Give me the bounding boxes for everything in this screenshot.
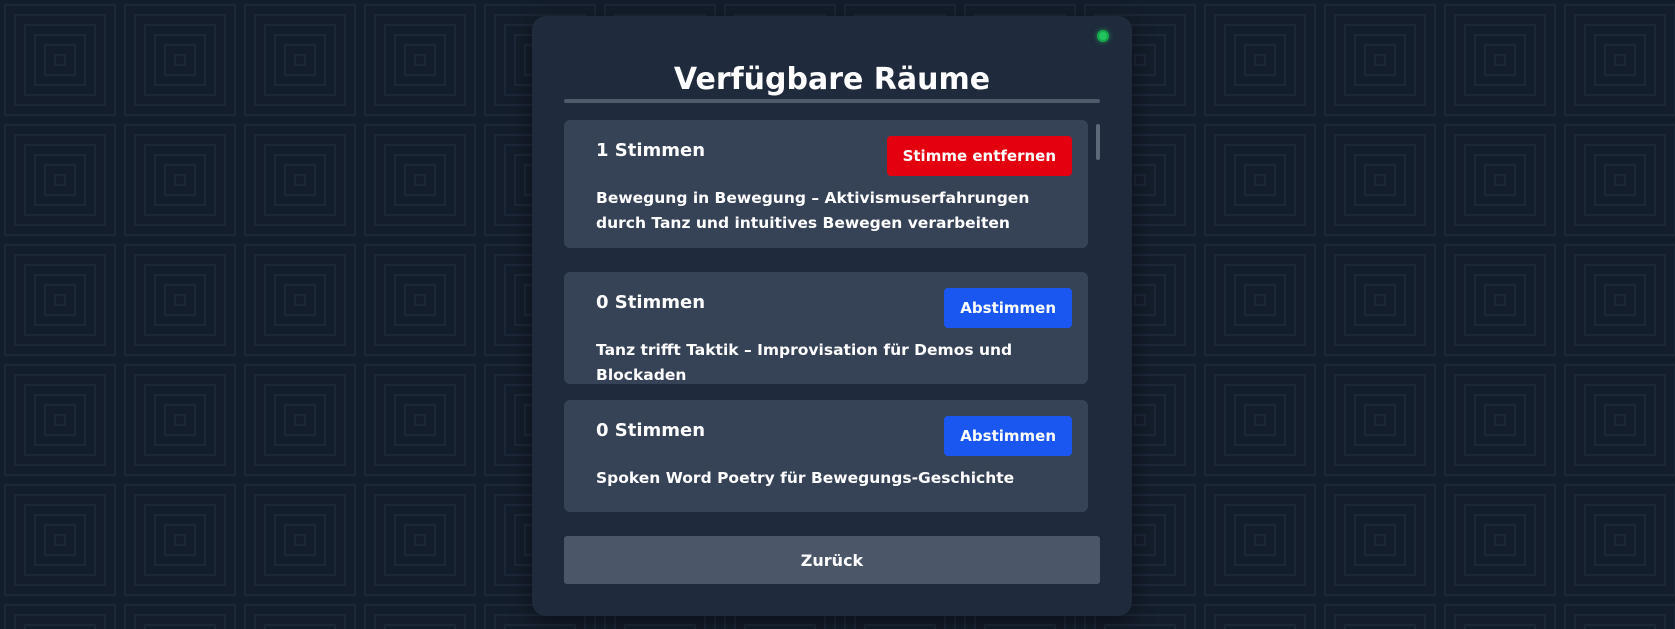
rooms-dialog: Verfügbare Räume 1 Stimmen Stimme entfer…: [532, 16, 1132, 616]
room-description: Tanz trifft Taktik – Improvisation für D…: [596, 341, 1013, 384]
remove-vote-button[interactable]: Stimme entfernen: [886, 136, 1072, 176]
list-scrollbar[interactable]: [1096, 124, 1100, 160]
room-card: 1 Stimmen Stimme entfernen Bewegung in B…: [564, 120, 1088, 248]
room-card: 0 Stimmen Abstimmen Spoken Word Poetry f…: [564, 400, 1088, 512]
room-card: 0 Stimmen Abstimmen Tanz trifft Taktik –…: [564, 272, 1088, 384]
back-button[interactable]: Zurück: [564, 536, 1100, 584]
page-title: Verfügbare Räume: [673, 62, 991, 97]
title-divider: [564, 99, 1100, 103]
room-description: Spoken Word Poetry für Bewegungs-Geschic…: [596, 469, 1015, 487]
room-vote-count: 0 Stimmen: [596, 420, 706, 441]
online-status-icon: [1097, 30, 1109, 42]
room-description: Bewegung in Bewegung – Aktivismuserfahru…: [596, 189, 1030, 232]
room-vote-count: 1 Stimmen: [596, 140, 706, 161]
vote-button[interactable]: Abstimmen: [944, 288, 1072, 328]
room-list[interactable]: 1 Stimmen Stimme entfernen Bewegung in B…: [564, 120, 1100, 512]
vote-button[interactable]: Abstimmen: [944, 416, 1072, 456]
room-vote-count: 0 Stimmen: [596, 292, 706, 313]
